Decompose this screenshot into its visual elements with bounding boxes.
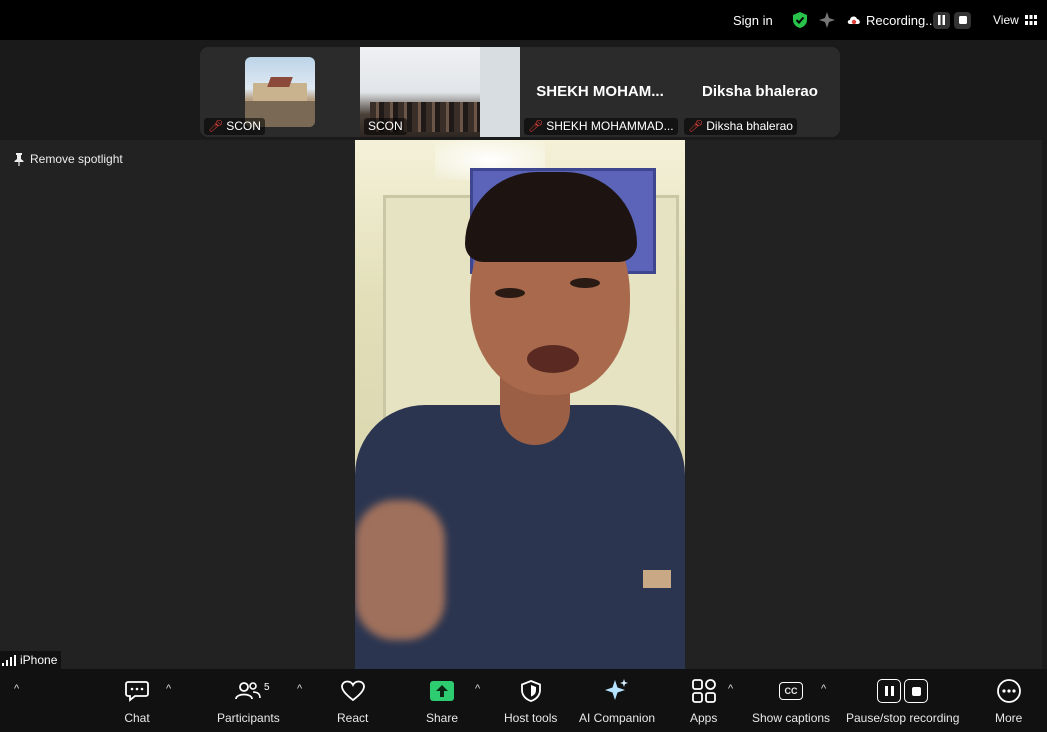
apps-options-caret[interactable]: ^ bbox=[728, 683, 733, 695]
participant-name-label: 🎤︎ SCON bbox=[204, 118, 265, 135]
chat-button[interactable]: Chat bbox=[124, 677, 150, 725]
share-screen-icon bbox=[430, 681, 455, 701]
audio-options-caret[interactable]: ^ bbox=[14, 683, 19, 695]
participant-strip: 🎤︎ SCON SCON SHEKH MOHAM... 🎤︎ SHEKH MOH… bbox=[200, 47, 840, 137]
pause-stop-recording-button[interactable]: Pause/stop recording bbox=[846, 677, 959, 725]
grid-icon bbox=[1024, 15, 1037, 25]
participant-tile[interactable]: SHEKH MOHAM... 🎤︎ SHEKH MOHAMMAD... bbox=[520, 47, 680, 137]
ai-companion-button[interactable]: AI Companion bbox=[579, 677, 655, 725]
pause-recording-button[interactable] bbox=[933, 11, 950, 29]
participants-icon bbox=[235, 682, 262, 700]
top-bar: Sign in Recording... View bbox=[0, 0, 1047, 40]
participant-name-label: SCON bbox=[364, 118, 407, 135]
spotlight-stage: Remove spotlight iPhone bbox=[0, 140, 1042, 669]
captions-options-caret[interactable]: ^ bbox=[821, 683, 826, 695]
stop-recording-button[interactable] bbox=[954, 11, 971, 29]
participant-name-label: 🎤︎ SHEKH MOHAMMAD... bbox=[524, 118, 678, 135]
chat-icon bbox=[125, 681, 149, 702]
share-button[interactable]: Share bbox=[426, 677, 458, 725]
meeting-toolbar: ^ Chat ^ Participants 5 ^ React Share ^ … bbox=[0, 669, 1047, 732]
share-options-caret[interactable]: ^ bbox=[475, 683, 480, 695]
participant-name-label: 🎤︎ Diksha bhalerao bbox=[684, 118, 797, 135]
building-avatar bbox=[245, 57, 315, 127]
closed-captions-icon: CC bbox=[779, 682, 804, 700]
speaker-video bbox=[355, 140, 685, 669]
sparkle-icon bbox=[605, 679, 629, 700]
encryption-shield-icon[interactable] bbox=[791, 0, 809, 40]
recording-status[interactable]: Recording... bbox=[847, 0, 936, 40]
heart-icon bbox=[340, 680, 365, 702]
participants-count-badge: 5 bbox=[264, 682, 270, 693]
participant-tile[interactable]: 🎤︎ SCON bbox=[200, 47, 360, 137]
participant-tile[interactable]: Diksha bhalerao 🎤︎ Diksha bhalerao bbox=[680, 47, 840, 137]
stop-icon bbox=[904, 679, 929, 703]
pause-icon bbox=[877, 679, 902, 703]
chat-options-caret[interactable]: ^ bbox=[166, 683, 171, 695]
view-button[interactable]: View bbox=[993, 0, 1037, 40]
host-tools-button[interactable]: Host tools bbox=[504, 677, 557, 725]
more-icon bbox=[996, 679, 1021, 703]
ai-sparkle-icon[interactable] bbox=[818, 0, 836, 40]
remove-spotlight-button[interactable]: Remove spotlight bbox=[14, 152, 123, 166]
participants-button[interactable]: Participants bbox=[217, 677, 280, 725]
apps-button[interactable]: Apps bbox=[690, 677, 717, 725]
device-label: iPhone bbox=[0, 651, 62, 669]
cloud-record-icon bbox=[847, 16, 860, 25]
shield-icon bbox=[520, 680, 541, 702]
signal-strength-icon bbox=[2, 654, 16, 666]
participant-tile[interactable]: SCON bbox=[360, 47, 520, 137]
participant-display-name: SHEKH MOHAM... bbox=[536, 83, 664, 100]
muted-mic-icon: 🎤︎ bbox=[208, 119, 224, 133]
muted-mic-icon: 🎤︎ bbox=[528, 119, 544, 133]
muted-mic-icon: 🎤︎ bbox=[688, 119, 704, 133]
pin-icon bbox=[14, 152, 24, 166]
apps-icon bbox=[691, 679, 716, 703]
participant-display-name: Diksha bhalerao bbox=[702, 83, 818, 100]
sign-in-button[interactable]: Sign in bbox=[733, 0, 773, 40]
react-button[interactable]: React bbox=[337, 677, 368, 725]
show-captions-button[interactable]: CC Show captions bbox=[752, 677, 830, 725]
participants-options-caret[interactable]: ^ bbox=[297, 683, 302, 695]
more-button[interactable]: More bbox=[995, 677, 1022, 725]
